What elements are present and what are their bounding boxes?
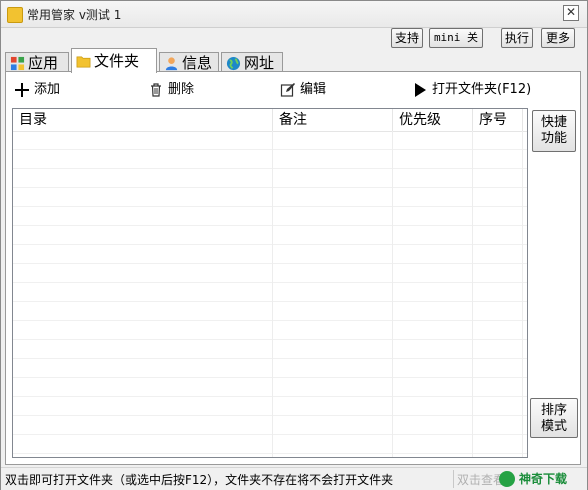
- sort-mode-label: 排序模式: [540, 403, 567, 434]
- open-folder-button[interactable]: 打开文件夹(F12): [412, 81, 531, 99]
- column-header-note[interactable]: 备注: [273, 109, 393, 131]
- play-icon: [415, 83, 426, 97]
- support-button[interactable]: 支持: [391, 28, 423, 48]
- tab-apps-label: 应用: [28, 54, 59, 72]
- watermark-icon: [499, 471, 515, 487]
- title-bar[interactable]: 常用管家 v测试 1 ✕: [1, 1, 587, 28]
- watermark-text: 神奇下载: [519, 472, 568, 486]
- column-divider: [522, 131, 523, 457]
- column-header-index[interactable]: 序号: [473, 109, 523, 131]
- tab-folder-label: 文件夹: [94, 52, 140, 70]
- tab-info[interactable]: 信息: [159, 52, 219, 72]
- folder-table[interactable]: 目录 备注 优先级 序号: [12, 108, 528, 458]
- more-button[interactable]: 更多: [541, 28, 575, 48]
- table-header: 目录 备注 优先级 序号: [13, 109, 527, 132]
- tab-apps[interactable]: 应用: [5, 52, 69, 72]
- column-divider: [272, 131, 273, 457]
- column-header-directory[interactable]: 目录: [13, 109, 273, 131]
- tab-url-label: 网址: [244, 54, 275, 72]
- app-window: 常用管家 v测试 1 ✕ 支持 mini 关 执行 更多 应用 文件夹 信息 网…: [0, 0, 588, 490]
- folder-icon: [76, 56, 91, 68]
- column-header-priority[interactable]: 优先级: [393, 109, 473, 131]
- status-separator: [453, 470, 454, 488]
- status-bar: 双击即可打开文件夹（或选中后按F12），文件夹不存在将不会打开文件夹 双击查看 …: [1, 467, 587, 490]
- add-label: 添加: [34, 82, 61, 97]
- execute-button[interactable]: 执行: [501, 28, 533, 48]
- quick-function-button[interactable]: 快捷功能: [532, 110, 576, 152]
- toolbar: 添加 删除 编辑 打开文件夹(F12): [6, 72, 580, 106]
- folder-panel: 添加 删除 编辑 打开文件夹(F12) 目录 备注 优先级 序号 快捷功能 排序…: [5, 71, 581, 465]
- column-divider: [472, 131, 473, 457]
- tab-folder[interactable]: 文件夹: [71, 48, 157, 73]
- edit-label: 编辑: [300, 82, 327, 97]
- tab-url[interactable]: 网址: [221, 52, 283, 72]
- delete-button[interactable]: 删除: [148, 81, 194, 99]
- window-title: 常用管家 v测试 1: [27, 8, 122, 22]
- close-button[interactable]: ✕: [563, 5, 579, 21]
- trash-icon: [151, 83, 161, 97]
- edit-icon: [280, 83, 295, 97]
- globe-icon: [226, 56, 241, 71]
- add-button[interactable]: 添加: [14, 81, 60, 99]
- sort-mode-button[interactable]: 排序模式: [530, 398, 578, 438]
- plus-icon: [15, 83, 29, 97]
- status-message: 双击即可打开文件夹（或选中后按F12），文件夹不存在将不会打开文件夹: [5, 473, 394, 487]
- table-rows[interactable]: [13, 131, 527, 457]
- user-icon: [165, 57, 178, 71]
- tab-info-label: 信息: [182, 54, 213, 72]
- edit-button[interactable]: 编辑: [280, 81, 326, 99]
- quick-function-label: 快捷功能: [540, 115, 567, 146]
- open-folder-label: 打开文件夹(F12): [432, 82, 532, 97]
- column-divider: [392, 131, 393, 457]
- app-icon: [7, 7, 23, 23]
- watermark-logo: 神奇下载: [497, 468, 567, 490]
- delete-label: 删除: [168, 82, 195, 97]
- mini-toggle-button[interactable]: mini 关: [429, 28, 483, 48]
- apps-icon: [10, 56, 25, 71]
